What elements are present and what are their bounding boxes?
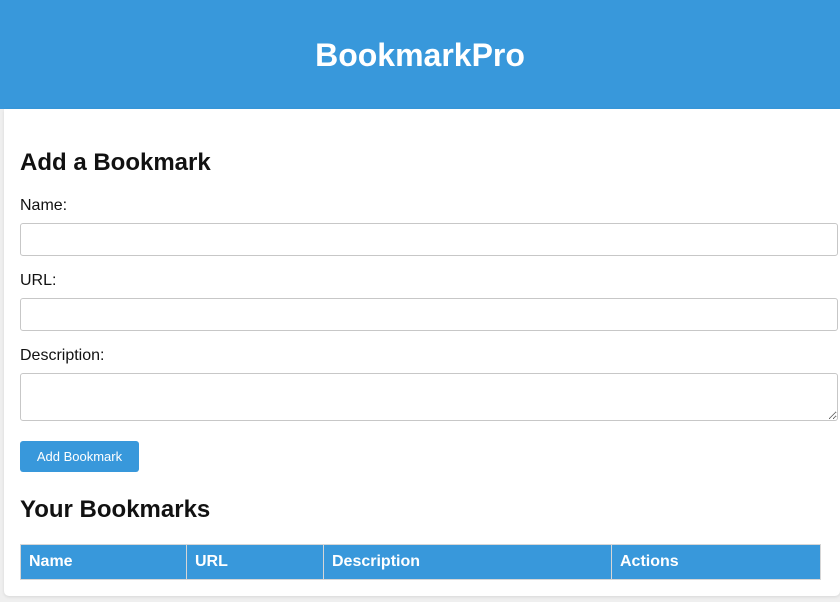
column-header-name: Name [20,544,187,580]
add-bookmark-heading: Add a Bookmark [20,149,211,176]
column-header-description: Description [323,544,612,580]
main-card: Add a Bookmark Name: URL: Description: A… [4,109,840,596]
bookmarks-table: Name URL Description Actions [20,544,821,580]
app-header: BookmarkPro [0,0,840,109]
name-input[interactable] [20,223,838,256]
description-textarea[interactable] [20,373,838,421]
description-label: Description: [20,347,105,364]
name-label: Name: [20,197,68,214]
your-bookmarks-heading: Your Bookmarks [20,496,211,523]
add-bookmark-button[interactable]: Add Bookmark [20,441,139,472]
app-title: BookmarkPro [315,36,525,73]
column-header-actions: Actions [611,544,821,580]
table-header-row: Name URL Description Actions [20,544,821,580]
column-header-url: URL [186,544,324,580]
url-label: URL: [20,272,57,289]
url-input[interactable] [20,298,838,331]
